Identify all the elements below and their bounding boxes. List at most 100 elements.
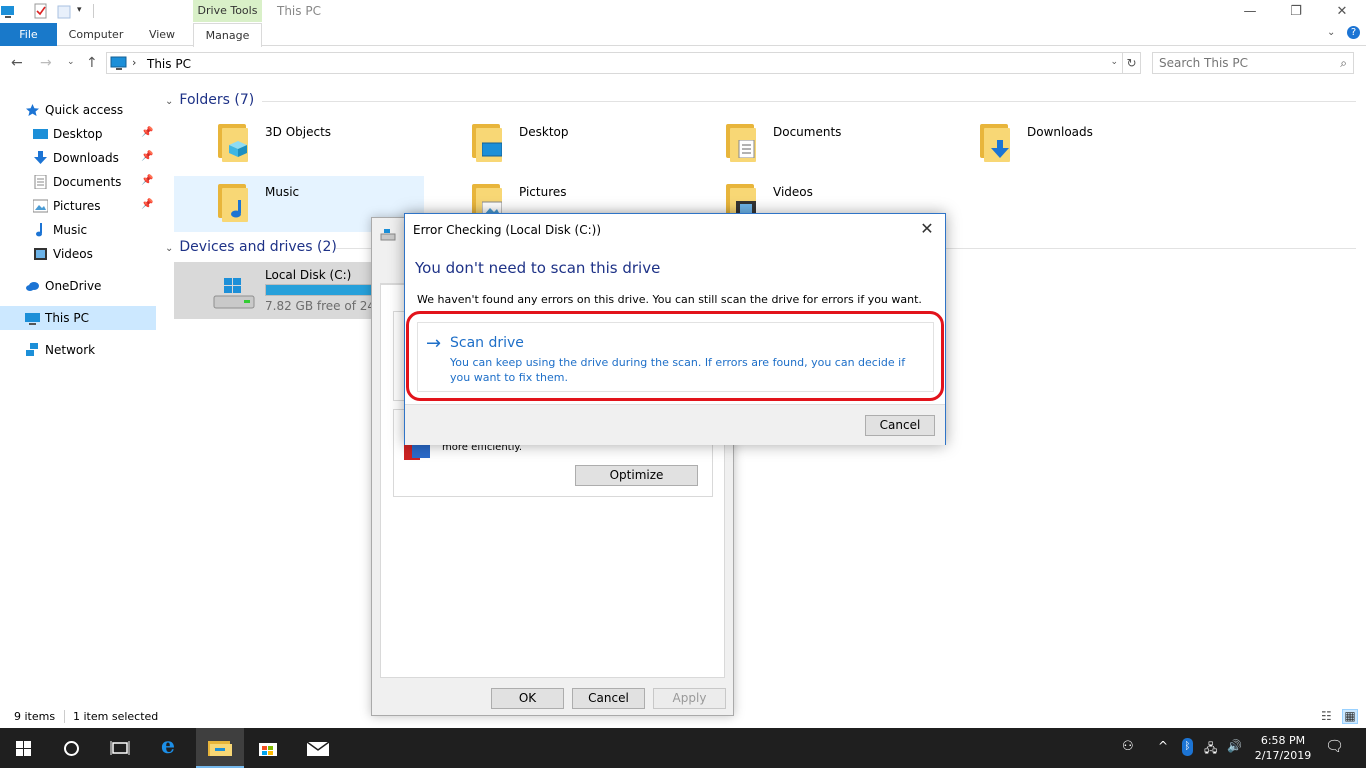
start-button[interactable] — [0, 728, 48, 768]
tab-computer[interactable]: Computer — [62, 23, 130, 46]
task-view-button[interactable] — [96, 728, 144, 768]
folders-group-header[interactable]: ⌄ Folders (7) — [165, 92, 254, 108]
apply-button[interactable]: Apply — [653, 688, 726, 709]
devices-group-header[interactable]: ⌄ Devices and drives (2) — [165, 239, 337, 255]
restore-button[interactable]: ❐ — [1273, 2, 1319, 22]
sidebar-item-network[interactable]: Network — [0, 338, 156, 362]
drive-name: Local Disk (C:) — [265, 268, 352, 282]
action-center-icon[interactable]: 🗨 — [1325, 737, 1344, 755]
computer-icon[interactable] — [0, 3, 16, 20]
scan-drive-option[interactable]: → Scan drive You can keep using the driv… — [417, 322, 934, 392]
minimize-button[interactable]: — — [1227, 2, 1273, 22]
show-hidden-icons-chevron-icon[interactable]: ^ — [1158, 739, 1168, 753]
window-title: This PC — [277, 4, 321, 18]
sidebar-item-label: Network — [45, 343, 96, 357]
desktop-icon — [482, 142, 502, 157]
ok-button[interactable]: OK — [491, 688, 564, 709]
new-folder-icon[interactable] — [56, 3, 72, 20]
tab-file[interactable]: File — [0, 23, 57, 46]
optimize-button[interactable]: Optimize — [575, 465, 698, 486]
large-icons-view-icon[interactable]: ▦ — [1342, 709, 1358, 724]
cancel-button[interactable]: Cancel — [572, 688, 645, 709]
search-icon[interactable]: ⌕ — [1340, 56, 1347, 71]
expand-ribbon-chevron-icon[interactable]: ⌄ — [1327, 27, 1335, 38]
sidebar-item-music[interactable]: Music — [0, 218, 156, 242]
dialog-cancel-button[interactable]: Cancel — [865, 415, 935, 436]
folder-name: Documents — [773, 125, 842, 139]
windows-logo-icon — [16, 741, 31, 756]
volume-icon[interactable]: 🔊 — [1227, 739, 1242, 753]
address-dropdown-chevron-icon[interactable]: ⌄ — [1110, 57, 1118, 67]
breadcrumb-chevron-icon[interactable]: › — [132, 56, 136, 69]
sidebar-item-this-pc[interactable]: This PC — [0, 306, 156, 330]
folder-icon — [472, 124, 504, 164]
refresh-icon: ↻ — [1126, 56, 1137, 70]
people-icon[interactable]: ⚇ — [1122, 739, 1134, 754]
title-bar: ▾ Drive Tools This PC — ❐ ✕ — [0, 0, 1366, 23]
sidebar-item-label: Music — [53, 223, 88, 237]
download-arrow-icon — [34, 151, 47, 164]
search-taskbar-button[interactable] — [48, 728, 96, 768]
sidebar-item-downloads[interactable]: Downloads 📌 — [0, 146, 156, 170]
cloud-icon — [26, 282, 39, 291]
collapse-chevron-icon[interactable]: ⌄ — [165, 243, 173, 254]
up-arrow-icon[interactable]: ↑ — [86, 55, 98, 71]
search-box[interactable]: ⌕ — [1152, 52, 1354, 74]
help-icon[interactable]: ? — [1347, 26, 1360, 39]
tab-manage[interactable]: Manage — [193, 23, 262, 47]
sidebar-item-label: Pictures — [53, 199, 101, 213]
sidebar-item-pictures[interactable]: Pictures 📌 — [0, 194, 156, 218]
drive-tools-context-label: Drive Tools — [193, 0, 262, 22]
forward-arrow-icon[interactable]: → — [40, 55, 52, 71]
details-view-icon[interactable]: ☷ — [1321, 709, 1332, 723]
folder-icon — [726, 124, 758, 164]
clock-time: 6:58 PM — [1260, 734, 1306, 747]
taskbar-clock[interactable]: 6:58 PM 2/17/2019 — [1248, 733, 1318, 763]
music-note-icon — [36, 223, 42, 237]
refresh-button[interactable]: ↻ — [1123, 52, 1141, 74]
search-input[interactable] — [1159, 56, 1329, 70]
mail-taskbar-button[interactable] — [294, 728, 342, 768]
address-path[interactable]: This PC — [147, 57, 191, 71]
close-window-button[interactable]: ✕ — [1319, 2, 1365, 22]
store-taskbar-button[interactable] — [244, 728, 292, 768]
sidebar-item-label: This PC — [45, 311, 89, 325]
sidebar-item-desktop[interactable]: Desktop 📌 — [0, 122, 156, 146]
sidebar-item-documents[interactable]: Documents 📌 — [0, 170, 156, 194]
folder-tile-desktop[interactable]: Desktop — [428, 116, 678, 172]
minimize-icon: — — [1243, 4, 1257, 19]
folder-tile-3d-objects[interactable]: 3D Objects — [174, 116, 424, 172]
properties-check-icon[interactable] — [33, 3, 49, 20]
tab-view[interactable]: View — [139, 23, 185, 46]
cortana-circle-icon — [64, 741, 79, 756]
back-arrow-icon[interactable]: ← — [11, 55, 23, 71]
mail-envelope-icon — [306, 741, 330, 756]
customize-toolbar-chevron-icon[interactable]: ▾ — [77, 5, 82, 22]
dialog-message: We haven't found any errors on this driv… — [417, 293, 922, 306]
dialog-title: Error Checking (Local Disk (C:)) — [413, 223, 602, 237]
edge-taskbar-button[interactable]: e — [147, 728, 195, 768]
network-tray-icon[interactable]: 🖧 — [1204, 739, 1217, 760]
sidebar-item-label: Quick access — [45, 103, 124, 117]
dialog-close-button[interactable]: ✕ — [917, 219, 937, 239]
restore-icon: ❐ — [1290, 4, 1302, 19]
sidebar-item-label: Videos — [53, 247, 93, 261]
selection-count: 1 item selected — [73, 710, 159, 723]
navigation-row: ← → ⌄ ↑ › This PC ⌄ ↻ ⌕ — [0, 50, 1366, 78]
document-icon — [34, 175, 47, 189]
pin-icon: 📌 — [141, 127, 154, 138]
bluetooth-icon[interactable]: ᛒ — [1182, 738, 1193, 756]
recent-locations-chevron-icon[interactable]: ⌄ — [67, 57, 75, 67]
sidebar-item-quick-access[interactable]: Quick access — [0, 98, 156, 122]
file-explorer-taskbar-button[interactable] — [196, 728, 244, 768]
sidebar-item-onedrive[interactable]: OneDrive — [0, 274, 156, 298]
computer-icon — [25, 313, 40, 325]
folder-tile-downloads[interactable]: Downloads — [936, 116, 1186, 172]
collapse-chevron-icon[interactable]: ⌄ — [165, 96, 173, 107]
folder-tile-documents[interactable]: Documents — [682, 116, 932, 172]
sidebar-item-videos[interactable]: Videos — [0, 242, 156, 266]
address-bar[interactable]: › This PC ⌄ — [106, 52, 1123, 74]
devices-group-title: Devices and drives (2) — [179, 239, 337, 255]
folder-icon — [980, 124, 1012, 164]
taskbar: e ⚇ ^ ᛒ 🖧 🔊 6:58 PM 2/17/2019 🗨 — [0, 728, 1366, 768]
